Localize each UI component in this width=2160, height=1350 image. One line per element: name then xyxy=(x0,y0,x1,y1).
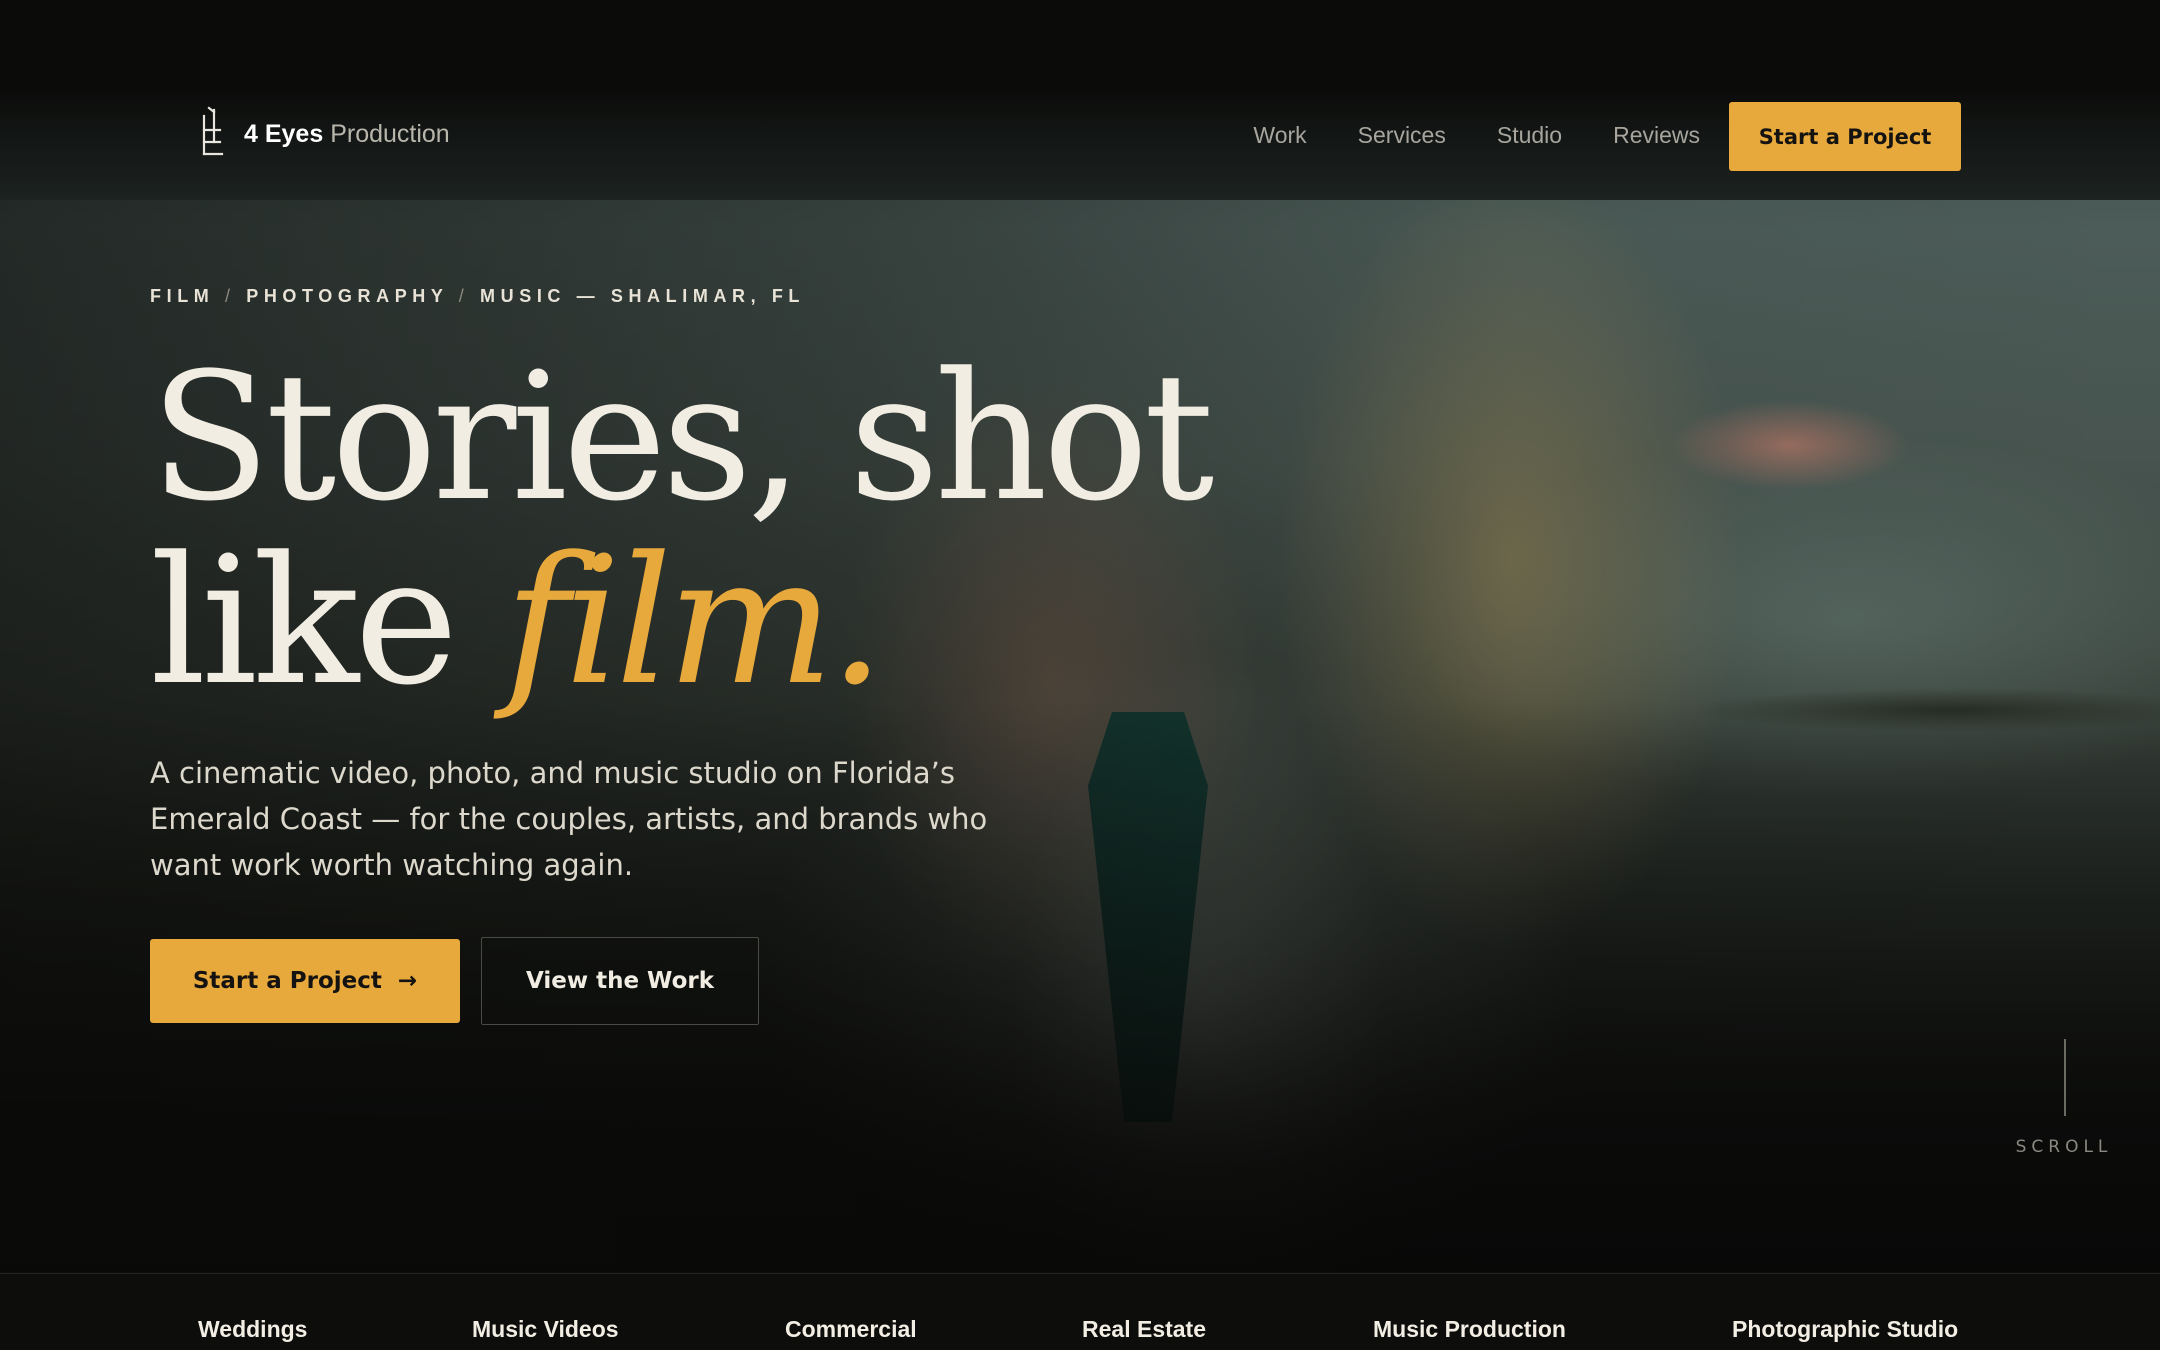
start-project-label: Start a Project xyxy=(192,968,382,994)
service-item-photographic-studio[interactable]: Photographic Studio xyxy=(1732,1316,1958,1343)
eyebrow-separator: / xyxy=(225,286,236,306)
hero-description: A cinematic video, photo, and music stud… xyxy=(150,756,988,882)
eyebrow-location: SHALIMAR, FL xyxy=(610,286,806,306)
nav-link-work[interactable]: Work xyxy=(1253,118,1306,152)
hero-title-line2-prefix: like xyxy=(150,519,505,724)
page: 4 Eyes Production Work Services Studio R… xyxy=(0,0,2160,1350)
eyebrow-photography: PHOTOGRAPHY xyxy=(246,286,449,306)
brand-name: 4 Eyes Production xyxy=(244,120,450,149)
service-item-real-estate[interactable]: Real Estate xyxy=(1082,1316,1206,1343)
arrow-right-icon: → xyxy=(397,968,418,994)
nav-link-studio[interactable]: Studio xyxy=(1497,118,1562,152)
start-project-button[interactable]: Start a Project → xyxy=(150,939,460,1023)
ladder-e-icon xyxy=(200,106,224,162)
nav-link-reviews[interactable]: Reviews xyxy=(1613,118,1700,152)
eyebrow-music: MUSIC xyxy=(480,286,567,306)
scroll-label[interactable]: SCROLL xyxy=(1964,1137,2160,1157)
hero-title-line1: Stories, shot xyxy=(150,335,1214,540)
scroll-indicator-line xyxy=(2064,1039,2066,1116)
brand-name-strong: 4 Eyes xyxy=(244,119,324,148)
main-nav: Work Services Studio Reviews xyxy=(1253,118,1700,152)
service-item-music-production[interactable]: Music Production xyxy=(1373,1316,1566,1343)
eyebrow-separator: / xyxy=(458,286,470,306)
hero-title: Stories, shot like film. xyxy=(150,346,1214,714)
service-item-weddings[interactable]: Weddings xyxy=(198,1316,307,1343)
site-header: 4 Eyes Production Work Services Studio R… xyxy=(0,0,2160,200)
service-item-commercial[interactable]: Commercial xyxy=(785,1316,917,1343)
view-work-button[interactable]: View the Work xyxy=(481,937,759,1025)
brand-logo-link[interactable]: 4 Eyes Production xyxy=(200,106,450,162)
nav-link-services[interactable]: Services xyxy=(1358,118,1446,152)
eyebrow-dash: — xyxy=(576,286,601,306)
eyebrow-film: FILM xyxy=(150,286,215,306)
hero-eyebrow: FILM / PHOTOGRAPHY / MUSIC — SHALIMAR, F… xyxy=(150,286,805,307)
brand-name-rest: Production xyxy=(323,119,450,148)
service-item-music-videos[interactable]: Music Videos xyxy=(472,1316,619,1343)
hero-title-accent: film. xyxy=(504,519,885,724)
header-start-project-button[interactable]: Start a Project xyxy=(1729,102,1961,171)
